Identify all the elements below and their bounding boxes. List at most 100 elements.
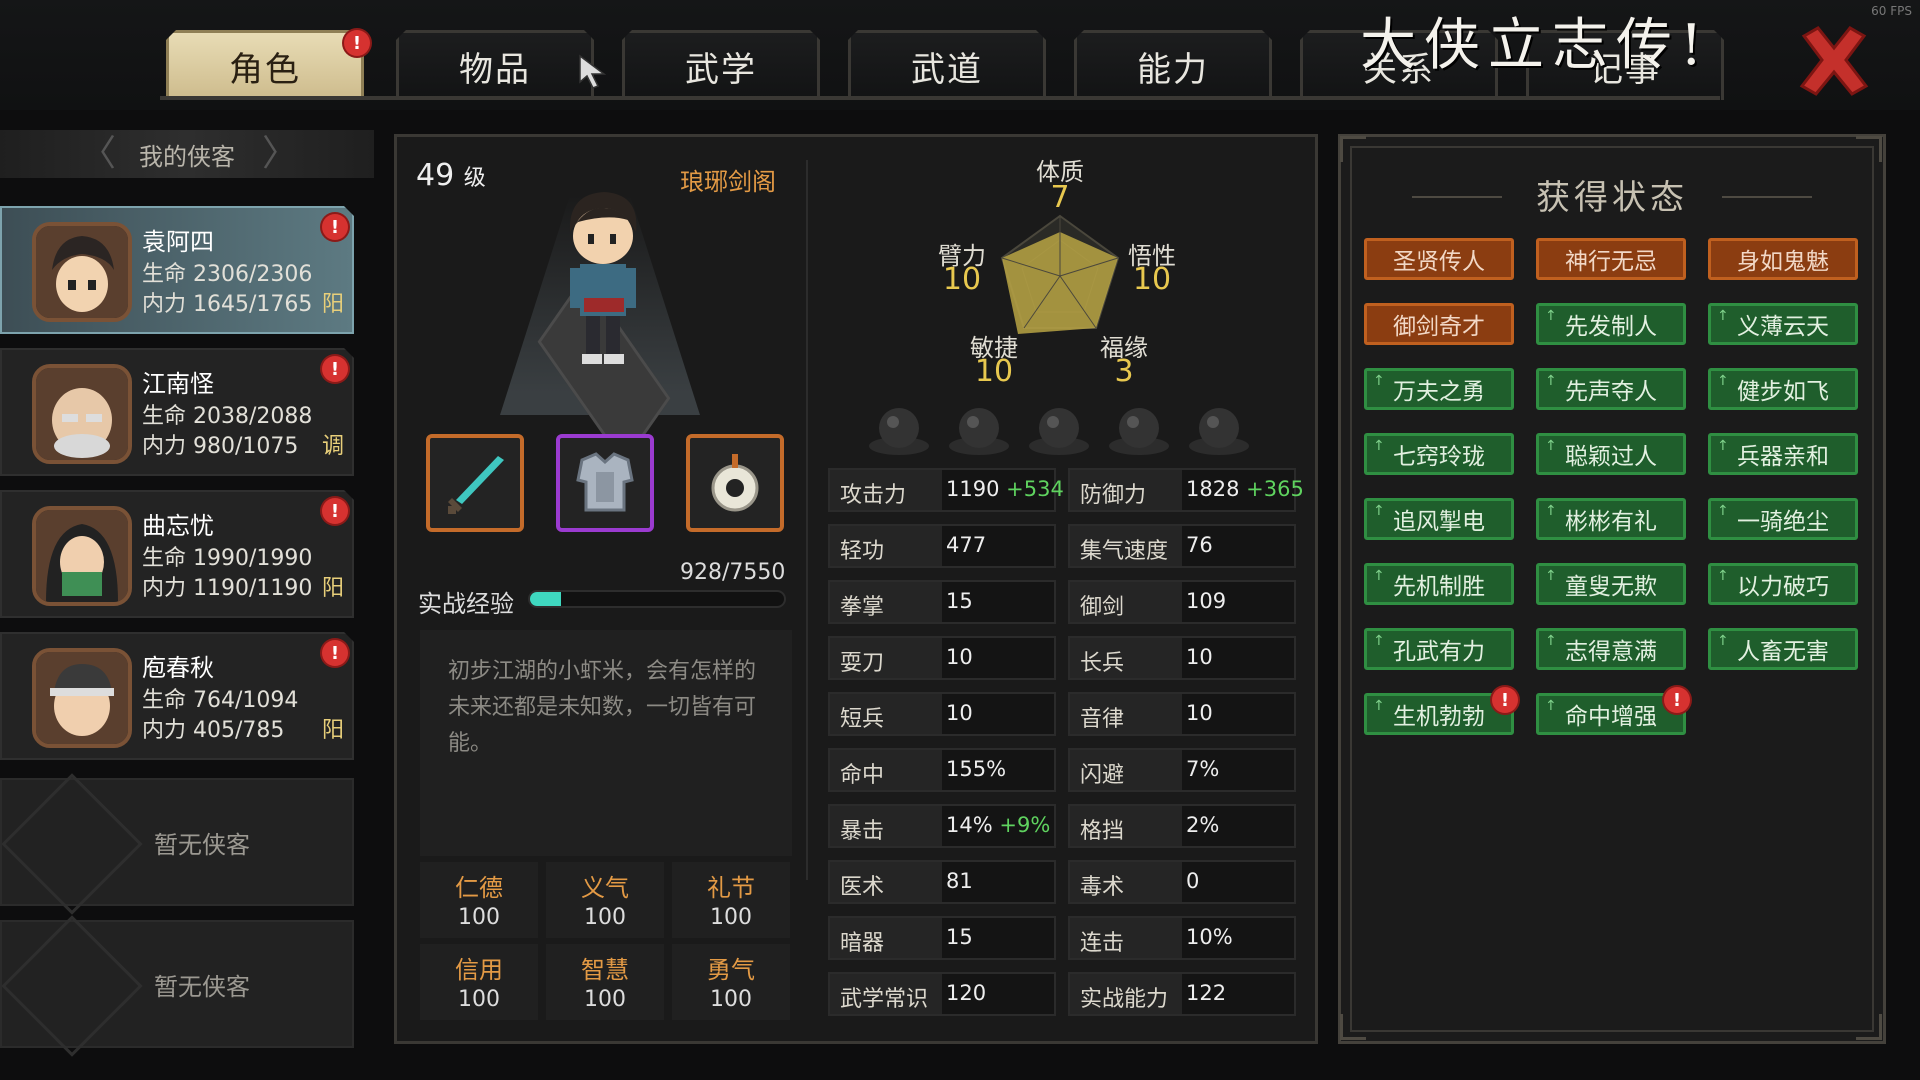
stat-bonus: +534	[1006, 477, 1064, 501]
tab-abilities[interactable]: 能力	[1074, 30, 1272, 100]
stat-label: 武学常识	[830, 974, 942, 1014]
stat-label: 攻击力	[830, 470, 942, 510]
virtue-stat: 义气 100	[546, 862, 664, 938]
left-arrow-icon[interactable]: 〈	[80, 130, 116, 178]
meridian-orb-icon[interactable]	[1106, 402, 1172, 456]
hero-alert-badge: !	[322, 214, 348, 240]
virtue-label: 义气	[581, 874, 629, 902]
hero-card[interactable]: 江南怪 生命 2038/2088 内力 980/1075 调	[0, 348, 354, 476]
stat-row: 拳掌 15	[828, 580, 1056, 624]
stat-row: 轻功 477	[828, 524, 1056, 568]
stat-value: 10	[946, 645, 973, 669]
stat-value: 7%	[1186, 757, 1220, 781]
status-label: 御剑奇才	[1393, 314, 1485, 340]
status-tag[interactable]: 神行无忌	[1536, 238, 1686, 280]
stat-row: 医术 81	[828, 860, 1056, 904]
stat-value: 2%	[1186, 813, 1220, 837]
status-tag[interactable]: ↑ 兵器亲和	[1708, 433, 1858, 475]
virtue-stat: 信用 100	[420, 944, 538, 1020]
stat-row: 命中 155%	[828, 748, 1056, 792]
status-tag[interactable]: ↑ 聪颖过人	[1536, 433, 1686, 475]
close-icon[interactable]	[1796, 22, 1872, 98]
tab-underline	[160, 96, 1720, 100]
hero-card[interactable]: 袁阿四 生命 2306/2306 内力 1645/1765 阳	[0, 206, 354, 334]
status-tag[interactable]: ↑ 孔武有力	[1364, 628, 1514, 670]
tab-items[interactable]: 物品	[396, 30, 594, 100]
stat-label: 短兵	[830, 694, 942, 734]
status-tag[interactable]: 圣贤传人	[1364, 238, 1514, 280]
status-tag[interactable]: ↑ 人畜无害	[1708, 628, 1858, 670]
status-tag[interactable]: ↑ 先机制胜	[1364, 563, 1514, 605]
status-tag[interactable]: ↑ 健步如飞	[1708, 368, 1858, 410]
tab-character[interactable]: 角色	[166, 30, 364, 100]
status-tag[interactable]: ↑ 彬彬有礼	[1536, 498, 1686, 540]
hero-card[interactable]: 庖春秋 生命 764/1094 内力 405/785 阳	[0, 632, 354, 760]
stat-value: 15	[946, 925, 973, 949]
stat-row: 防御力 1828 +365	[1068, 468, 1304, 512]
stat-row: 实战能力 122	[1068, 972, 1296, 1016]
right-arrow-icon[interactable]: 〉	[262, 130, 298, 178]
stat-row: 短兵 10	[828, 692, 1056, 736]
meridian-orb-icon[interactable]	[1026, 402, 1092, 456]
stat-label: 集气速度	[1070, 526, 1182, 566]
my-heroes-header: 我的侠客	[0, 130, 374, 178]
stat-label: 实战能力	[1070, 974, 1182, 1014]
status-tag[interactable]: 身如鬼魅	[1708, 238, 1858, 280]
armor-icon	[576, 452, 634, 512]
up-arrow-icon: ↑	[1545, 568, 1557, 584]
status-tag[interactable]: ↑ 义薄云天	[1708, 303, 1858, 345]
up-arrow-icon: ↑	[1373, 568, 1385, 584]
status-tag[interactable]: ↑ 先发制人	[1536, 303, 1686, 345]
status-tag[interactable]: ↑ 以力破巧	[1708, 563, 1858, 605]
hero-hp: 生命 2038/2088	[142, 404, 313, 429]
level-unit: 级	[463, 166, 486, 191]
accessory-slot[interactable]	[686, 434, 784, 532]
tab-martial-arts[interactable]: 武学	[622, 30, 820, 100]
status-tag[interactable]: ↑ 童叟无欺	[1536, 563, 1686, 605]
stat-bonus: +9%	[999, 813, 1051, 837]
stat-row: 攻击力 1190 +534	[828, 468, 1064, 512]
stat-row: 耍刀 10	[828, 636, 1056, 680]
stat-row: 暴击 14% +9%	[828, 804, 1056, 848]
status-label: 万夫之勇	[1393, 379, 1485, 405]
empty-hero-slot: 暂无侠客	[0, 773, 354, 915]
hero-tag: 调	[321, 434, 344, 459]
virtue-stat: 勇气 100	[672, 944, 790, 1020]
status-label: 兵器亲和	[1737, 444, 1829, 470]
stat-label: 长兵	[1070, 638, 1182, 678]
stat-value: 15	[946, 589, 973, 613]
status-label: 先机制胜	[1393, 574, 1485, 600]
status-tag[interactable]: ↑ 先声夺人	[1536, 368, 1686, 410]
hero-name: 袁阿四	[142, 228, 214, 256]
weapon-slot[interactable]	[426, 434, 524, 532]
stat-label: 御剑	[1070, 582, 1182, 622]
status-tag[interactable]: ↑ 追风掣电	[1364, 498, 1514, 540]
stat-value: 10	[1186, 701, 1213, 725]
status-tag[interactable]: ↑ 志得意满	[1536, 628, 1686, 670]
stat-value: 10	[946, 701, 973, 725]
meridian-orb-icon[interactable]	[946, 402, 1012, 456]
status-label: 追风掣电	[1393, 509, 1485, 535]
hero-card[interactable]: 曲忘忧 生命 1990/1990 内力 1190/1190 阳	[0, 490, 354, 618]
status-tag[interactable]: ↑ 万夫之勇	[1364, 368, 1514, 410]
up-arrow-icon: ↑	[1545, 698, 1557, 714]
meridian-orb-icon[interactable]	[1186, 402, 1252, 456]
attr-value-wuxing: 10	[1132, 262, 1172, 297]
hero-mp: 内力 1645/1765	[142, 292, 313, 317]
exp-bar-fill	[530, 592, 562, 606]
status-tag[interactable]: ↑ 一骑绝尘	[1708, 498, 1858, 540]
meridian-orb-icon[interactable]	[866, 402, 932, 456]
status-label: 彬彬有礼	[1565, 509, 1657, 535]
hero-mp: 内力 1190/1190	[142, 576, 313, 601]
status-label: 七窍玲珑	[1393, 444, 1485, 470]
hero-tag: 阳	[321, 718, 344, 743]
status-label: 圣贤传人	[1393, 249, 1485, 275]
armor-slot[interactable]	[556, 434, 654, 532]
frame-corner	[1340, 1014, 1366, 1040]
status-tag[interactable]: ↑ 七窍玲珑	[1364, 433, 1514, 475]
stat-value: 0	[1186, 869, 1200, 893]
stat-label: 命中	[830, 750, 942, 790]
status-tag[interactable]: 御剑奇才	[1364, 303, 1514, 345]
tab-martial-way[interactable]: 武道	[848, 30, 1046, 100]
status-label: 命中增强	[1565, 704, 1657, 730]
